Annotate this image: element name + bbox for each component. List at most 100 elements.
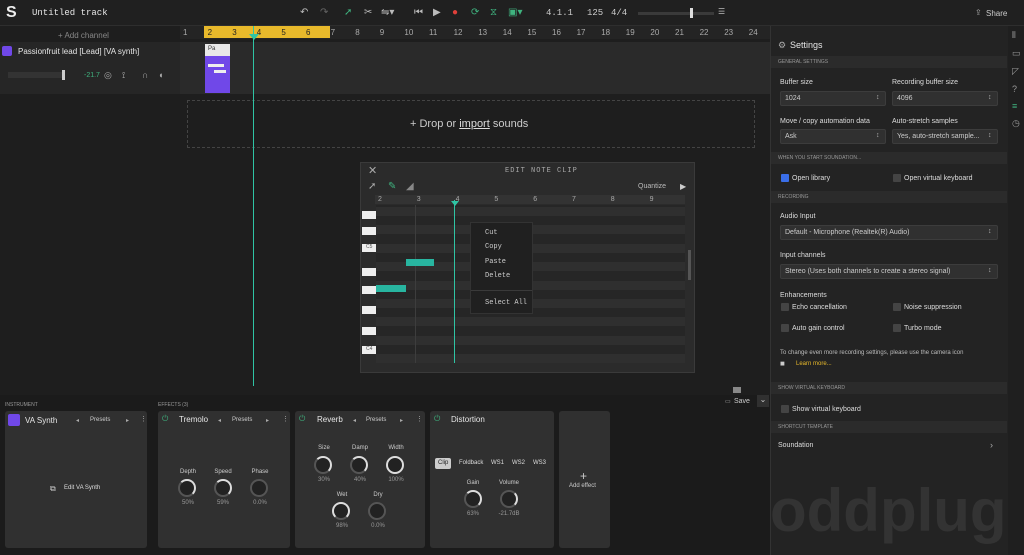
ruler-number[interactable]: 7 — [331, 28, 335, 37]
pointer-tool-icon[interactable]: ➚ — [368, 181, 376, 192]
preset-next-icon[interactable]: ▸ — [126, 417, 129, 424]
open-vk-checkbox[interactable] — [893, 174, 901, 182]
loop-region[interactable] — [204, 26, 330, 38]
track-name[interactable]: Passionfruit lead [Lead] [VA synth] — [18, 47, 139, 56]
noise-checkbox[interactable] — [893, 303, 901, 311]
ruler-number[interactable]: 11 — [429, 28, 437, 37]
piano-key[interactable] — [362, 211, 376, 219]
ruler-number[interactable]: 13 — [478, 28, 487, 37]
mode-clip[interactable]: Clip — [435, 458, 452, 469]
bpm-display[interactable]: 125 — [587, 8, 603, 18]
editor-scrollbar[interactable] — [366, 364, 686, 369]
share-button[interactable]: Share — [986, 9, 1007, 18]
preset-next-icon[interactable]: ▸ — [400, 417, 403, 424]
library-icon[interactable]: ⫴ — [1012, 30, 1016, 41]
settings-sliders-icon[interactable]: ≡ — [1012, 101, 1017, 111]
preset-prev-icon[interactable]: ◂ — [76, 417, 79, 424]
ruler-number[interactable]: 8 — [355, 28, 359, 37]
pointer-icon[interactable]: ➚ — [344, 7, 352, 18]
mode-foldback[interactable]: Foldback — [456, 458, 486, 469]
editor-ruler-number[interactable]: 9 — [650, 196, 654, 203]
pencil-icon[interactable]: ✎ — [388, 181, 396, 192]
save-button[interactable]: Save — [734, 398, 750, 405]
time-signature[interactable]: 4/4 — [611, 8, 627, 18]
ruler-number[interactable]: 18 — [601, 28, 610, 37]
folder-icon[interactable]: ▭ — [1012, 48, 1021, 59]
mode-ws2[interactable]: WS2 — [509, 458, 528, 469]
quantize-dropdown[interactable]: Quantize — [638, 183, 666, 190]
playhead[interactable] — [253, 26, 254, 386]
phase-knob[interactable] — [250, 479, 268, 497]
editor-ruler-number[interactable]: 3 — [417, 196, 421, 203]
position-display[interactable]: 4.1.1 — [546, 8, 573, 18]
mixer-icon[interactable]: ☰ — [718, 7, 725, 16]
panel-resize-handle[interactable] — [733, 387, 741, 393]
ruler-number[interactable]: 16 — [552, 28, 561, 37]
master-volume-handle[interactable] — [690, 8, 693, 18]
piano-key[interactable] — [362, 227, 376, 235]
open-library-checkbox[interactable] — [781, 174, 789, 182]
track-lane[interactable] — [180, 42, 770, 94]
fx-icon[interactable]: ⟟ — [122, 70, 125, 81]
track-volume-slider[interactable] — [8, 72, 64, 78]
note[interactable] — [376, 285, 406, 292]
play-clip-icon[interactable]: ▶ — [680, 182, 686, 191]
preset-prev-icon[interactable]: ◂ — [353, 417, 356, 424]
mute-icon[interactable]: ◖ — [158, 70, 163, 80]
chevron-down-icon[interactable]: ⌄ — [757, 395, 769, 407]
echo-checkbox[interactable] — [781, 303, 789, 311]
editor-ruler-number[interactable]: 6 — [533, 196, 537, 203]
add-channel-button[interactable]: + Add channel — [58, 31, 109, 40]
piano-key[interactable] — [362, 327, 376, 335]
app-logo[interactable]: S — [6, 4, 20, 22]
ruler-number[interactable]: 17 — [577, 28, 586, 37]
ruler-number[interactable]: 14 — [503, 28, 512, 37]
turbo-checkbox[interactable] — [893, 324, 901, 332]
headphones-icon[interactable]: ∩ — [142, 70, 148, 80]
editor-ruler-number[interactable]: 2 — [378, 196, 382, 203]
more-icon[interactable]: ⋮ — [416, 415, 423, 423]
record-icon[interactable]: ● — [452, 7, 458, 18]
ruler-number[interactable]: 15 — [527, 28, 536, 37]
ruler-number[interactable]: 5 — [281, 28, 285, 37]
ruler-number[interactable]: 3 — [232, 28, 236, 37]
play-icon[interactable]: ▶ — [433, 7, 441, 18]
piano-key[interactable] — [362, 268, 376, 276]
ruler-number[interactable]: 10 — [404, 28, 413, 37]
editor-ruler-number[interactable]: 8 — [611, 196, 615, 203]
velocity-icon[interactable]: ◢ — [406, 181, 414, 192]
menu-copy[interactable]: Copy — [485, 243, 502, 251]
gain-knob[interactable] — [464, 490, 482, 508]
export-icon[interactable]: ◸ — [1012, 66, 1019, 77]
ruler-number[interactable]: 6 — [306, 28, 310, 37]
redo-icon[interactable]: ↷ — [320, 7, 328, 18]
more-icon[interactable]: ⋮ — [140, 415, 147, 423]
menu-delete[interactable]: Delete — [485, 272, 510, 280]
ruler-number[interactable]: 19 — [626, 28, 635, 37]
ruler-number[interactable]: 23 — [724, 28, 733, 37]
menu-paste[interactable]: Paste — [485, 258, 506, 266]
undo-icon[interactable]: ↶ — [300, 7, 308, 18]
ruler-number[interactable]: 12 — [454, 28, 463, 37]
power-icon[interactable]: ⏻ — [434, 414, 440, 424]
pan-knob-icon[interactable]: ◎ — [104, 70, 112, 81]
size-knob[interactable] — [314, 456, 332, 474]
editor-playhead[interactable] — [454, 200, 455, 363]
width-knob[interactable] — [386, 456, 404, 474]
speed-knob[interactable] — [214, 479, 232, 497]
menu-cut[interactable]: Cut — [485, 229, 498, 237]
preset-prev-icon[interactable]: ◂ — [218, 417, 221, 424]
stretch-icon[interactable]: ⇋▾ — [381, 7, 394, 18]
editor-ruler-number[interactable]: 7 — [572, 196, 576, 203]
loop-icon[interactable]: ⟳ — [471, 7, 479, 18]
track-volume-handle[interactable] — [62, 70, 65, 80]
editor-ruler[interactable] — [375, 195, 685, 204]
menu-select-all[interactable]: Select All — [485, 299, 527, 307]
close-icon[interactable]: ✕ — [368, 164, 377, 177]
edit-instrument-button[interactable]: Edit VA Synth — [64, 485, 100, 491]
ruler-number[interactable]: 1 — [183, 28, 187, 37]
editor-playhead-marker[interactable] — [451, 201, 459, 206]
skip-back-icon[interactable]: ⏮ — [414, 7, 423, 18]
grid-icon[interactable]: ▣▾ — [508, 7, 522, 18]
depth-knob[interactable] — [178, 479, 196, 497]
